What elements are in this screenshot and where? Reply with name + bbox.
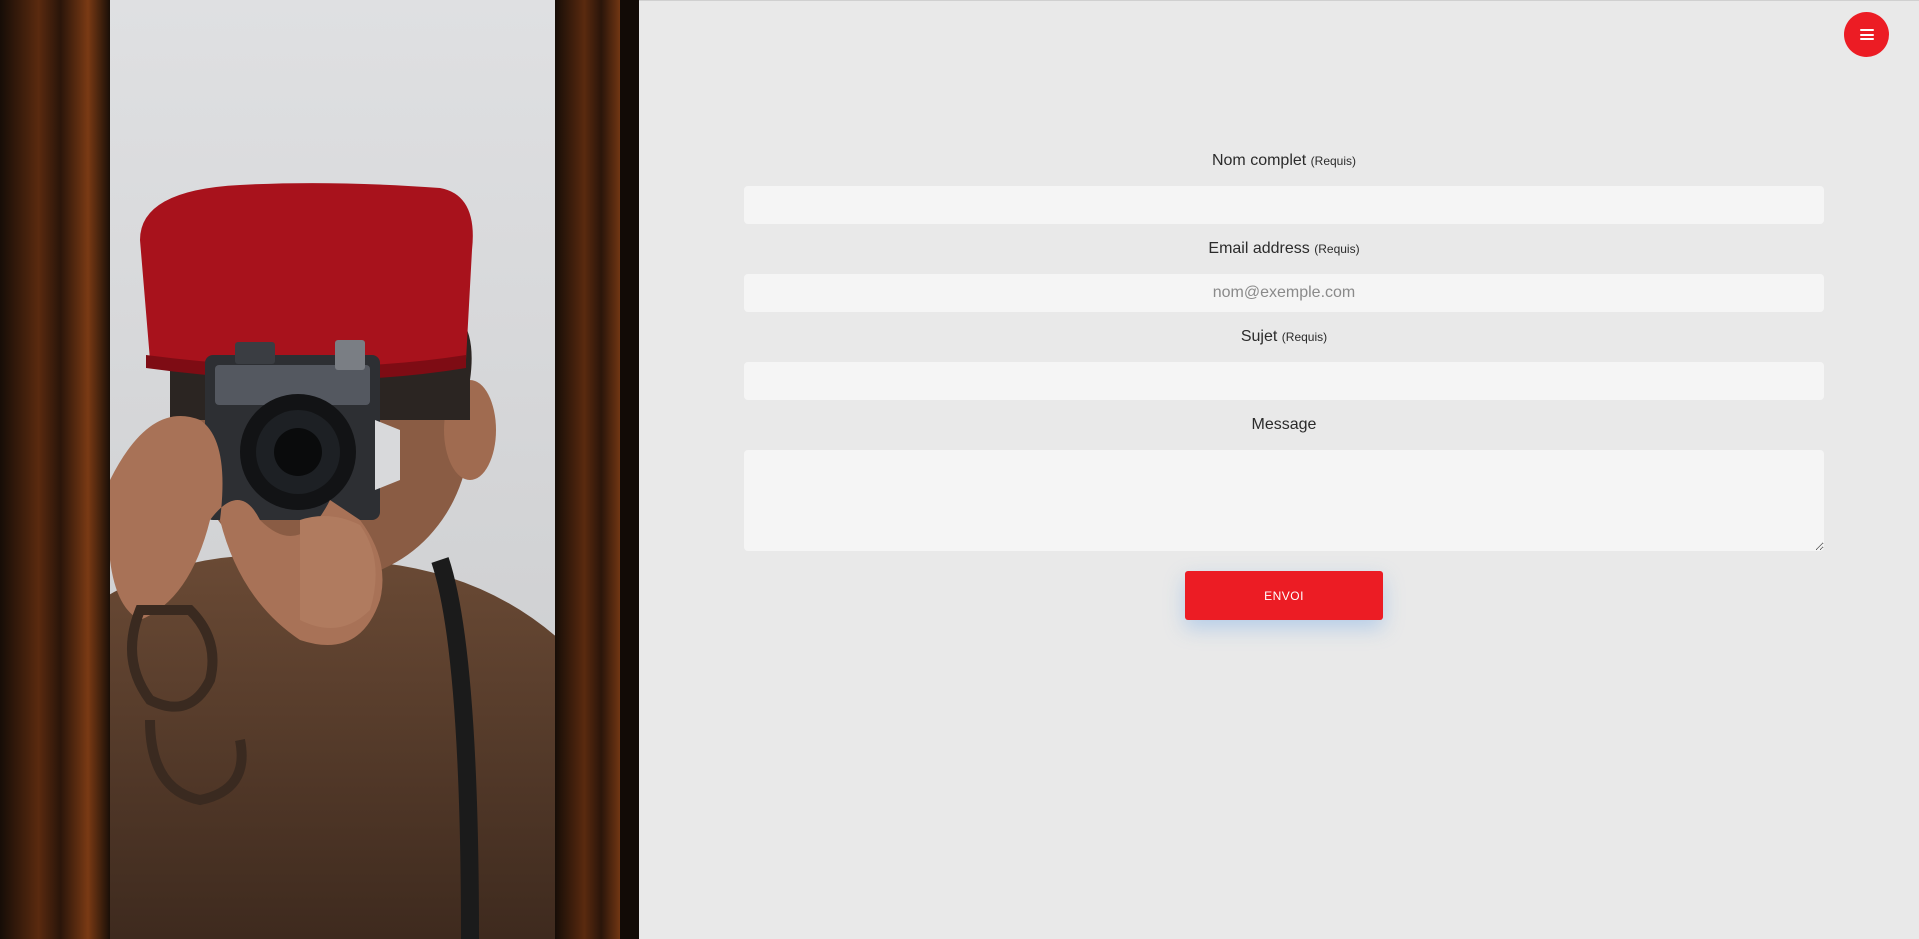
submit-wrap: ENVOI	[744, 571, 1824, 620]
full-name-required-note: (Requis)	[1310, 154, 1357, 168]
full-name-input[interactable]	[744, 186, 1824, 224]
full-name-label-text: Nom complet	[1211, 152, 1307, 169]
subject-group: Sujet (Requis)	[744, 327, 1824, 400]
subject-required-note: (Requis)	[1281, 330, 1328, 344]
photographer-image	[0, 0, 639, 939]
subject-label-text: Sujet	[1240, 328, 1278, 345]
contact-form: Nom complet (Requis) Email address (Requ…	[744, 151, 1824, 620]
submit-button[interactable]: ENVOI	[1185, 571, 1383, 620]
subject-label: Sujet (Requis)	[744, 327, 1824, 347]
full-name-group: Nom complet (Requis)	[744, 151, 1824, 224]
message-group: Message	[744, 415, 1824, 551]
contact-panel: Nom complet (Requis) Email address (Requ…	[639, 0, 1919, 939]
email-label-text: Email address	[1208, 240, 1310, 257]
message-textarea[interactable]	[744, 450, 1824, 551]
email-label: Email address (Requis)	[744, 239, 1824, 259]
hero-photo	[0, 0, 639, 939]
hamburger-menu-icon	[1859, 29, 1874, 40]
email-group: Email address (Requis)	[744, 239, 1824, 312]
message-label: Message	[744, 415, 1824, 435]
email-input[interactable]	[744, 274, 1824, 312]
menu-button[interactable]	[1844, 12, 1889, 57]
full-name-label: Nom complet (Requis)	[744, 151, 1824, 171]
subject-input[interactable]	[744, 362, 1824, 400]
page: Nom complet (Requis) Email address (Requ…	[0, 0, 1919, 939]
message-label-text: Message	[1251, 416, 1317, 433]
email-required-note: (Requis)	[1314, 242, 1360, 256]
